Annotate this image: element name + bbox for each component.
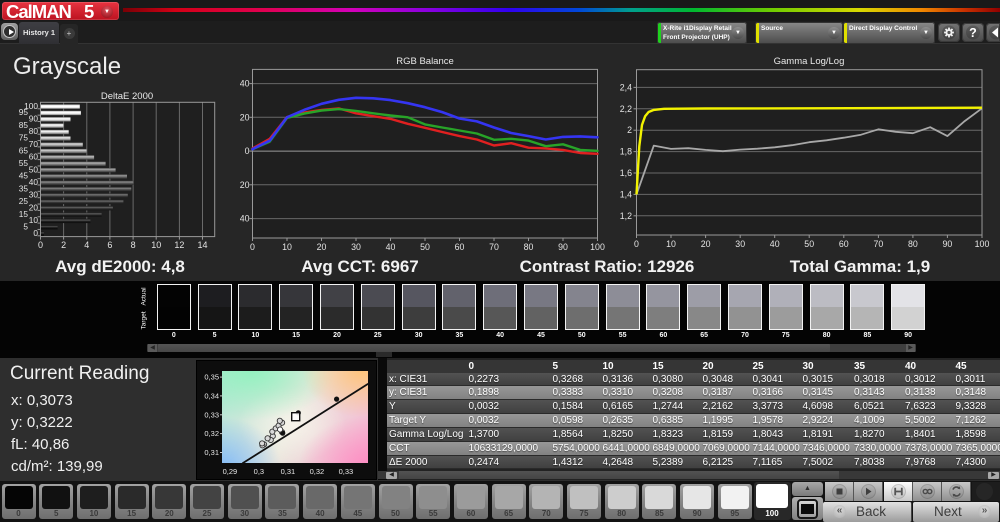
svg-text:50: 50 bbox=[420, 242, 430, 252]
svg-text:90: 90 bbox=[943, 239, 953, 249]
svg-text:50: 50 bbox=[804, 239, 814, 249]
svg-text:0,34: 0,34 bbox=[204, 391, 219, 400]
svg-text:RGB Balance: RGB Balance bbox=[396, 56, 454, 67]
svg-text:0,3: 0,3 bbox=[254, 467, 264, 476]
svg-text:8: 8 bbox=[131, 240, 136, 250]
svg-text:20: 20 bbox=[317, 242, 327, 252]
svg-text:90: 90 bbox=[558, 242, 568, 252]
svg-text:12: 12 bbox=[174, 240, 184, 250]
svg-text:85: 85 bbox=[19, 120, 29, 130]
svg-text:60: 60 bbox=[455, 242, 465, 252]
svg-text:0,31: 0,31 bbox=[281, 467, 296, 476]
svg-text:90: 90 bbox=[29, 114, 39, 124]
svg-text:95: 95 bbox=[19, 107, 29, 117]
svg-text:55: 55 bbox=[19, 158, 29, 168]
svg-text:2,2: 2,2 bbox=[620, 104, 632, 114]
svg-text:Gamma Log/Log: Gamma Log/Log bbox=[774, 56, 845, 67]
svg-text:0,33: 0,33 bbox=[204, 410, 219, 419]
svg-text:-40: -40 bbox=[240, 214, 250, 224]
svg-text:0,32: 0,32 bbox=[310, 467, 325, 476]
svg-text:0,31: 0,31 bbox=[204, 448, 219, 457]
svg-text:0: 0 bbox=[38, 240, 43, 250]
svg-text:5: 5 bbox=[23, 221, 28, 231]
svg-text:0: 0 bbox=[245, 146, 250, 156]
svg-text:14: 14 bbox=[197, 240, 207, 250]
svg-text:40: 40 bbox=[29, 177, 39, 187]
svg-text:40: 40 bbox=[770, 239, 780, 249]
svg-text:15: 15 bbox=[19, 209, 29, 219]
svg-text:40: 40 bbox=[240, 79, 250, 89]
svg-text:0,33: 0,33 bbox=[339, 467, 354, 476]
svg-text:1,8: 1,8 bbox=[620, 147, 632, 157]
svg-text:35: 35 bbox=[19, 183, 29, 193]
svg-text:50: 50 bbox=[29, 164, 39, 174]
svg-text:70: 70 bbox=[489, 242, 499, 252]
svg-text:30: 30 bbox=[351, 242, 361, 252]
svg-text:10: 10 bbox=[29, 215, 39, 225]
svg-text:0: 0 bbox=[33, 228, 38, 238]
svg-text:45: 45 bbox=[19, 171, 29, 181]
svg-text:70: 70 bbox=[874, 239, 884, 249]
svg-text:100: 100 bbox=[590, 242, 605, 252]
svg-text:DeltaE 2000: DeltaE 2000 bbox=[101, 91, 153, 102]
svg-text:30: 30 bbox=[29, 190, 39, 200]
svg-text:80: 80 bbox=[29, 126, 39, 136]
svg-text:25: 25 bbox=[19, 196, 29, 206]
svg-text:10: 10 bbox=[151, 240, 161, 250]
svg-text:4: 4 bbox=[84, 240, 89, 250]
svg-text:100: 100 bbox=[975, 239, 990, 249]
svg-text:?: ? bbox=[969, 26, 977, 40]
svg-text:0,35: 0,35 bbox=[204, 373, 219, 382]
svg-text:2,4: 2,4 bbox=[620, 82, 632, 92]
svg-text:-20: -20 bbox=[240, 180, 250, 190]
svg-text:75: 75 bbox=[19, 133, 29, 143]
svg-text:10: 10 bbox=[282, 242, 292, 252]
svg-text:1,6: 1,6 bbox=[620, 168, 632, 178]
svg-text:70: 70 bbox=[29, 139, 39, 149]
svg-text:0: 0 bbox=[250, 242, 255, 252]
svg-text:6: 6 bbox=[107, 240, 112, 250]
svg-text:0: 0 bbox=[634, 239, 639, 249]
svg-text:80: 80 bbox=[908, 239, 918, 249]
svg-text:80: 80 bbox=[524, 242, 534, 252]
svg-text:40: 40 bbox=[386, 242, 396, 252]
svg-text:65: 65 bbox=[19, 145, 29, 155]
svg-text:60: 60 bbox=[839, 239, 849, 249]
svg-text:60: 60 bbox=[29, 152, 39, 162]
svg-text:0,29: 0,29 bbox=[223, 467, 238, 476]
svg-text:2: 2 bbox=[61, 240, 66, 250]
svg-text:20: 20 bbox=[701, 239, 711, 249]
svg-text:2: 2 bbox=[627, 125, 632, 135]
svg-text:20: 20 bbox=[29, 202, 39, 212]
svg-text:1,2: 1,2 bbox=[620, 211, 632, 221]
svg-text:0,32: 0,32 bbox=[204, 429, 219, 438]
svg-text:10: 10 bbox=[666, 239, 676, 249]
svg-text:20: 20 bbox=[240, 112, 250, 122]
svg-text:1,4: 1,4 bbox=[620, 189, 632, 199]
svg-text:30: 30 bbox=[735, 239, 745, 249]
